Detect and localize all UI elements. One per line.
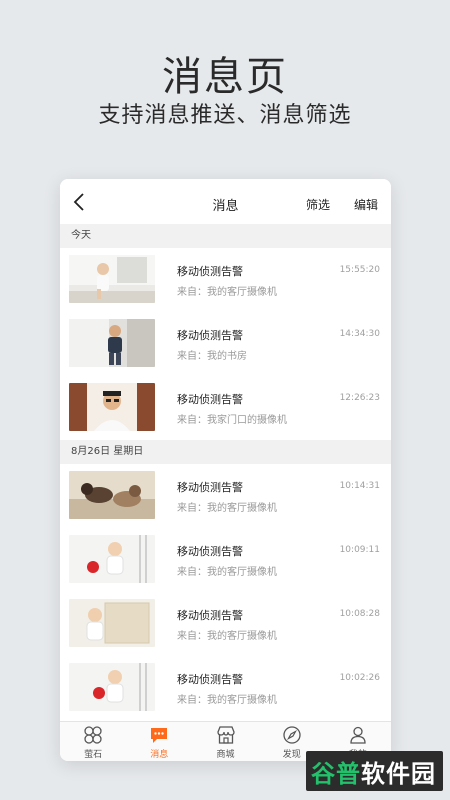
baby-at-door-thumbnail xyxy=(69,599,155,647)
message-time: 12:26:23 xyxy=(339,393,380,403)
watermark-logo: 谷普 软件园 xyxy=(306,751,443,791)
tab-label: 商城 xyxy=(216,750,235,760)
message-title: 移动侦测告警 xyxy=(177,673,243,686)
message-title: 移动侦测告警 xyxy=(177,265,243,278)
tab-messages[interactable]: 消息 xyxy=(126,722,192,761)
watermark-part2: 软件园 xyxy=(361,759,436,788)
tab-ezviz[interactable]: 萤石 xyxy=(60,722,126,761)
message-source: 来自：我的书房 xyxy=(177,351,247,362)
message-title: 移动侦测告警 xyxy=(177,393,243,406)
page-title: 消息 xyxy=(212,199,239,214)
message-time: 10:09:11 xyxy=(339,545,380,555)
tab-label: 萤石 xyxy=(84,750,103,760)
message-item[interactable]: 移动侦测告警 来自：我的客厅摄像机 10:09:11 xyxy=(60,528,391,592)
message-title: 移动侦测告警 xyxy=(177,545,243,558)
message-title: 移动侦测告警 xyxy=(177,609,243,622)
promo-title: 消息页 xyxy=(162,54,288,100)
promo-subtitle: 支持消息推送、消息筛选 xyxy=(98,103,352,128)
man-smiling-thumbnail xyxy=(69,383,155,431)
store-icon xyxy=(216,726,235,744)
compass-icon xyxy=(283,726,301,744)
message-source: 来自：我的客厅摄像机 xyxy=(177,631,277,642)
baby-with-ball-thumbnail xyxy=(69,663,155,711)
chat-bubble-icon xyxy=(151,728,168,743)
message-source: 来自：我家门口的摄像机 xyxy=(177,415,287,426)
message-item[interactable]: 移动侦测告警 来自：我的书房 14:34:30 xyxy=(60,312,391,376)
message-time: 14:34:30 xyxy=(339,329,380,339)
toddler-at-curtain-thumbnail xyxy=(69,319,155,367)
edit-button[interactable]: 编辑 xyxy=(354,196,378,213)
message-item[interactable]: 移动侦测告警 来自：我的客厅摄像机 10:14:31 xyxy=(60,464,391,528)
message-source: 来自：我的客厅摄像机 xyxy=(177,567,277,578)
person-icon xyxy=(350,726,366,744)
message-item[interactable]: 移动侦测告警 来自：我家门口的摄像机 12:26:23 xyxy=(60,376,391,440)
filter-button[interactable]: 筛选 xyxy=(306,196,330,213)
navigation-bar: 消息 筛选 编辑 xyxy=(60,179,391,224)
tab-store[interactable]: 商城 xyxy=(192,722,258,761)
message-time: 15:55:20 xyxy=(339,265,380,275)
section-header-date: 8月26日 星期日 xyxy=(60,440,391,464)
tab-label: 消息 xyxy=(150,750,169,760)
baby-with-ball-thumbnail xyxy=(69,535,155,583)
watermark-part1: 谷普 xyxy=(311,759,361,788)
baby-at-window-thumbnail xyxy=(69,255,155,303)
message-item[interactable]: 移动侦测告警 来自：我的客厅摄像机 10:08:28 xyxy=(60,592,391,656)
message-item[interactable]: 移动侦测告警 来自：我的客厅摄像机 15:55:20 xyxy=(60,248,391,312)
message-title: 移动侦测告警 xyxy=(177,329,243,342)
message-source: 来自：我的客厅摄像机 xyxy=(177,287,277,298)
message-item[interactable]: 移动侦测告警 来自：我的客厅摄像机 10:02:26 xyxy=(60,656,391,720)
clover-icon xyxy=(84,726,102,744)
message-time: 10:02:26 xyxy=(339,673,380,683)
section-header-today: 今天 xyxy=(60,224,391,248)
message-source: 来自：我的客厅摄像机 xyxy=(177,503,277,514)
dogs-on-sofa-thumbnail xyxy=(69,471,155,519)
message-title: 移动侦测告警 xyxy=(177,481,243,494)
message-source: 来自：我的客厅摄像机 xyxy=(177,695,277,706)
phone-screen: 消息 筛选 编辑 今天 移动侦测告警 来自：我的客厅摄像机 15:55:20 移… xyxy=(60,179,391,761)
message-time: 10:14:31 xyxy=(339,481,380,491)
message-time: 10:08:28 xyxy=(339,609,380,619)
